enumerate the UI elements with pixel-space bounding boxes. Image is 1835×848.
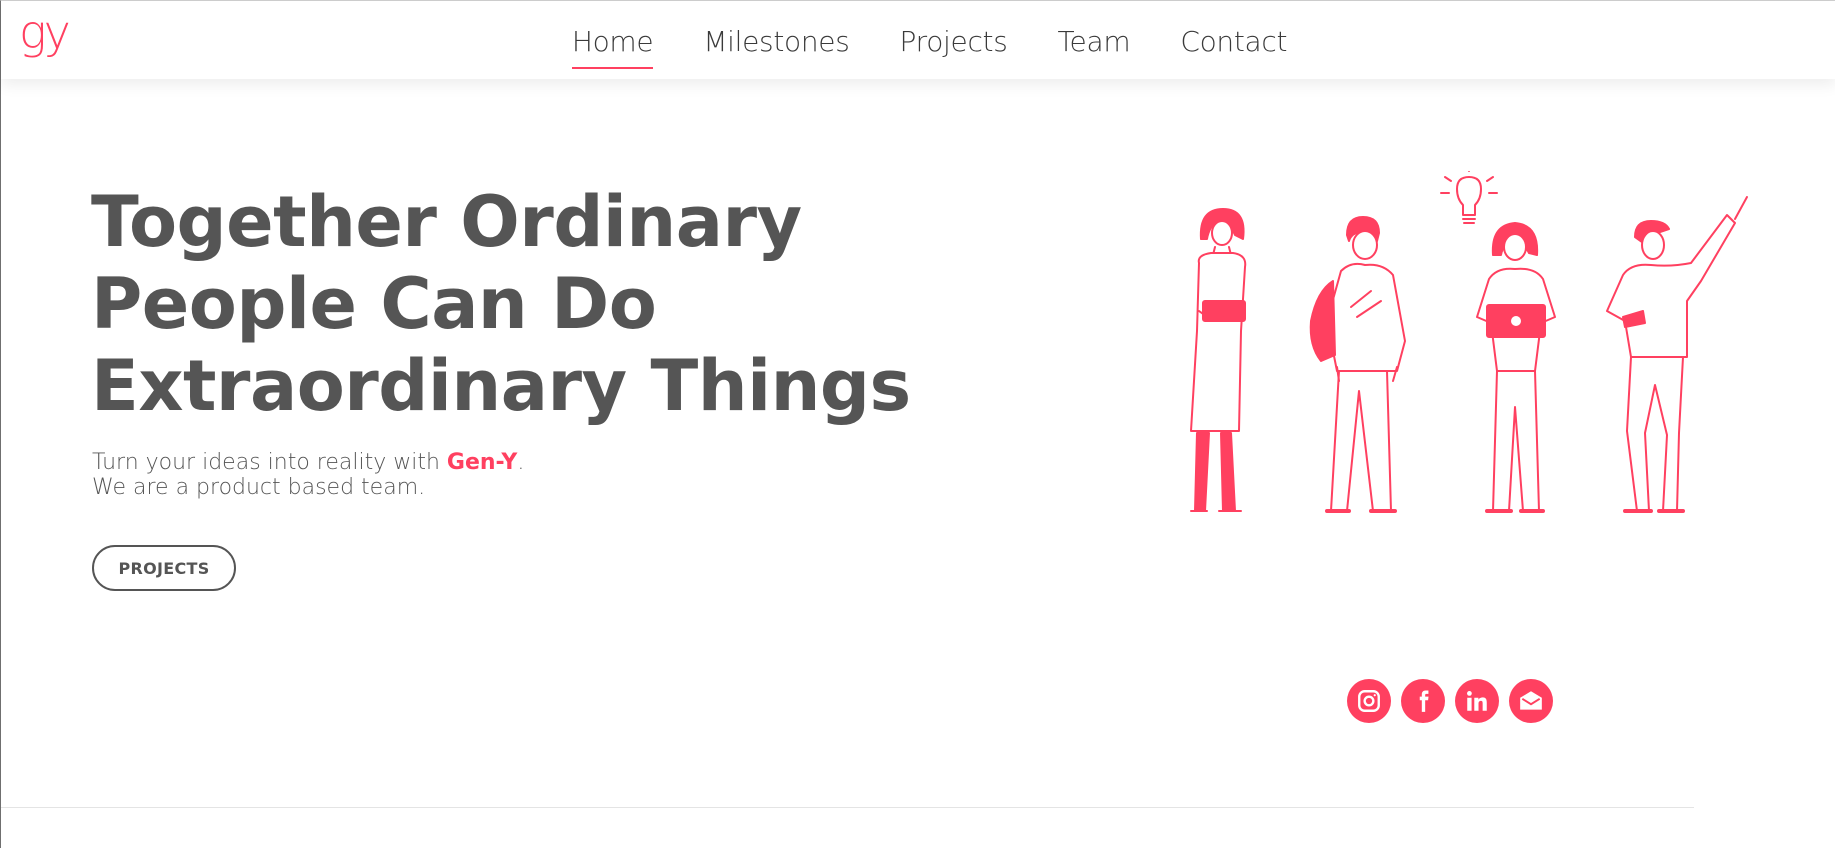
social-links [1347, 679, 1553, 723]
facebook-icon[interactable] [1401, 679, 1445, 723]
hero-title-line: Extraordinary Things [91, 345, 911, 427]
hero-title-line: Together Ordinary [91, 181, 802, 263]
lightbulb-icon [1440, 171, 1498, 224]
nav-home[interactable]: Home [571, 25, 654, 69]
mail-icon[interactable] [1509, 679, 1553, 723]
nav-projects[interactable]: Projects [900, 25, 1008, 69]
team-people-illustration-icon [1190, 171, 1748, 513]
person-woman-tablet-icon [1190, 208, 1247, 512]
instagram-icon[interactable] [1347, 679, 1391, 723]
subtitle-prefix: Turn your ideas into reality with [92, 450, 447, 475]
hero-title-line: People Can Do [91, 263, 657, 345]
subtitle-suffix: . [517, 450, 525, 475]
nav-contact[interactable]: Contact [1180, 25, 1287, 69]
projects-button[interactable]: PROJECTS [92, 545, 236, 591]
nav-team[interactable]: Team [1058, 25, 1131, 69]
linkedin-icon[interactable] [1455, 679, 1499, 723]
main-nav: Home Milestones Projects Team Contact [1, 25, 1835, 69]
top-navbar: gy Home Milestones Projects Team Contact [1, 1, 1835, 79]
person-man-pointing-icon [1606, 196, 1748, 513]
hero-title: Together Ordinary People Can Do Extraord… [91, 181, 991, 427]
hero-subtitle: Turn your ideas into reality with Gen-Y.… [92, 450, 792, 500]
subtitle-line2: We are a product based team. [92, 475, 426, 500]
nav-milestones[interactable]: Milestones [703, 25, 850, 69]
person-man-backpack-icon [1309, 216, 1406, 513]
footer-divider [1, 807, 1694, 808]
subtitle-brand: Gen-Y [446, 450, 518, 475]
person-woman-laptop-icon [1476, 222, 1556, 513]
